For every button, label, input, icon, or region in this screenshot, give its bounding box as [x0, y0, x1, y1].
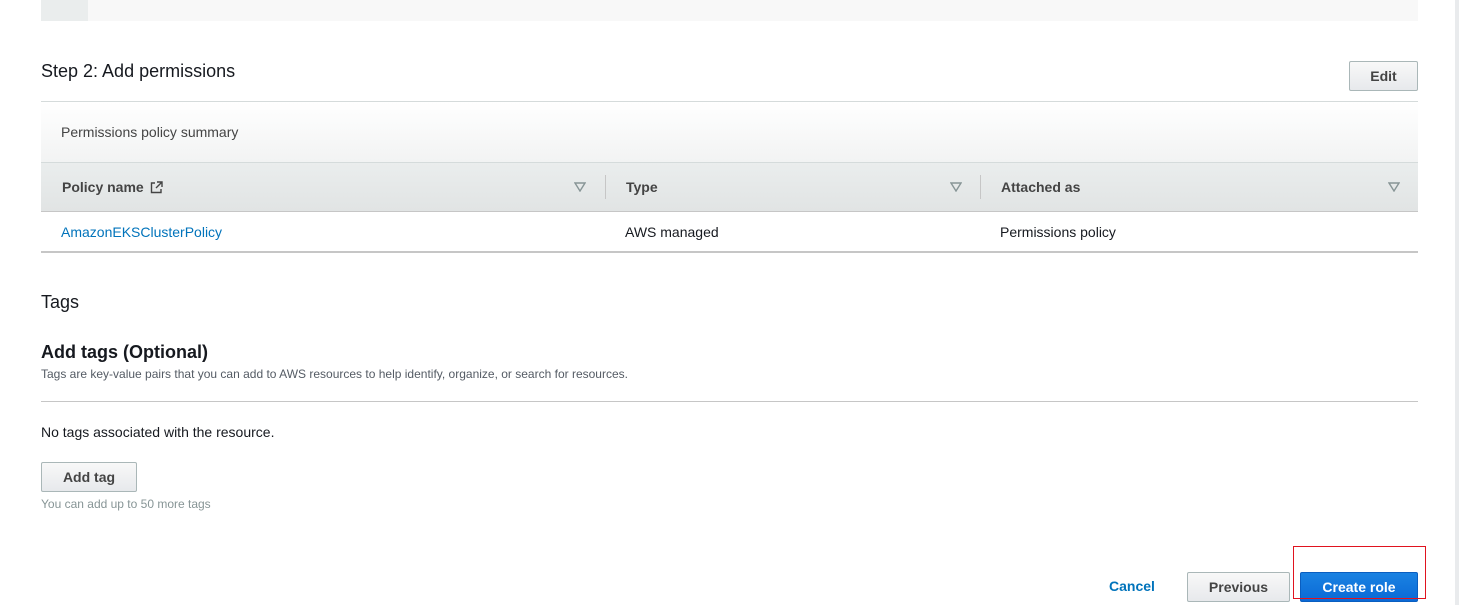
column-header-attached-as-label: Attached as — [1001, 179, 1081, 195]
previous-button[interactable]: Previous — [1187, 572, 1290, 602]
column-header-policy-name[interactable]: Policy name — [62, 163, 163, 211]
column-divider — [980, 175, 981, 199]
divider — [41, 401, 1418, 402]
sort-caret-down-icon[interactable] — [574, 182, 586, 192]
policy-type-cell: AWS managed — [625, 223, 719, 240]
sort-caret-down-icon[interactable] — [1388, 182, 1400, 192]
panel-tab — [41, 0, 88, 21]
tags-section-title: Tags — [41, 292, 80, 312]
review-page: Step 2: Add permissions Edit Permissions… — [0, 0, 1459, 605]
column-divider — [605, 175, 606, 199]
no-tags-message: No tags associated with the resource. — [41, 424, 275, 440]
create-role-button[interactable]: Create role — [1300, 572, 1418, 602]
column-header-attached-as[interactable]: Attached as — [1001, 163, 1080, 211]
external-link-icon — [150, 180, 163, 193]
add-tag-button[interactable]: Add tag — [41, 462, 137, 492]
column-header-type-label: Type — [626, 179, 658, 195]
attached-as-cell: Permissions policy — [1000, 223, 1116, 240]
previous-section-panel — [41, 0, 1418, 21]
add-tags-title: Add tags (Optional) — [41, 342, 208, 362]
tags-remaining-hint: You can add up to 50 more tags — [41, 497, 211, 511]
permissions-summary-header: Permissions policy summary — [41, 102, 1418, 163]
column-header-type[interactable]: Type — [626, 163, 658, 211]
permissions-table: Permissions policy summary Policy name T… — [41, 101, 1418, 253]
permissions-summary-label: Permissions policy summary — [61, 124, 239, 140]
sort-caret-down-icon[interactable] — [950, 182, 962, 192]
table-row: AmazonEKSClusterPolicy AWS managed Permi… — [41, 212, 1418, 253]
policy-name-link[interactable]: AmazonEKSClusterPolicy — [61, 212, 222, 251]
cancel-button[interactable]: Cancel — [1109, 578, 1155, 594]
scrollbar[interactable] — [1455, 0, 1459, 605]
step2-title: Step 2: Add permissions — [41, 61, 236, 81]
table-header: Policy name Type Attached as — [41, 163, 1418, 212]
add-tags-description: Tags are key-value pairs that you can ad… — [41, 367, 628, 381]
edit-permissions-button[interactable]: Edit — [1349, 61, 1418, 91]
column-header-policy-name-label: Policy name — [62, 179, 144, 195]
